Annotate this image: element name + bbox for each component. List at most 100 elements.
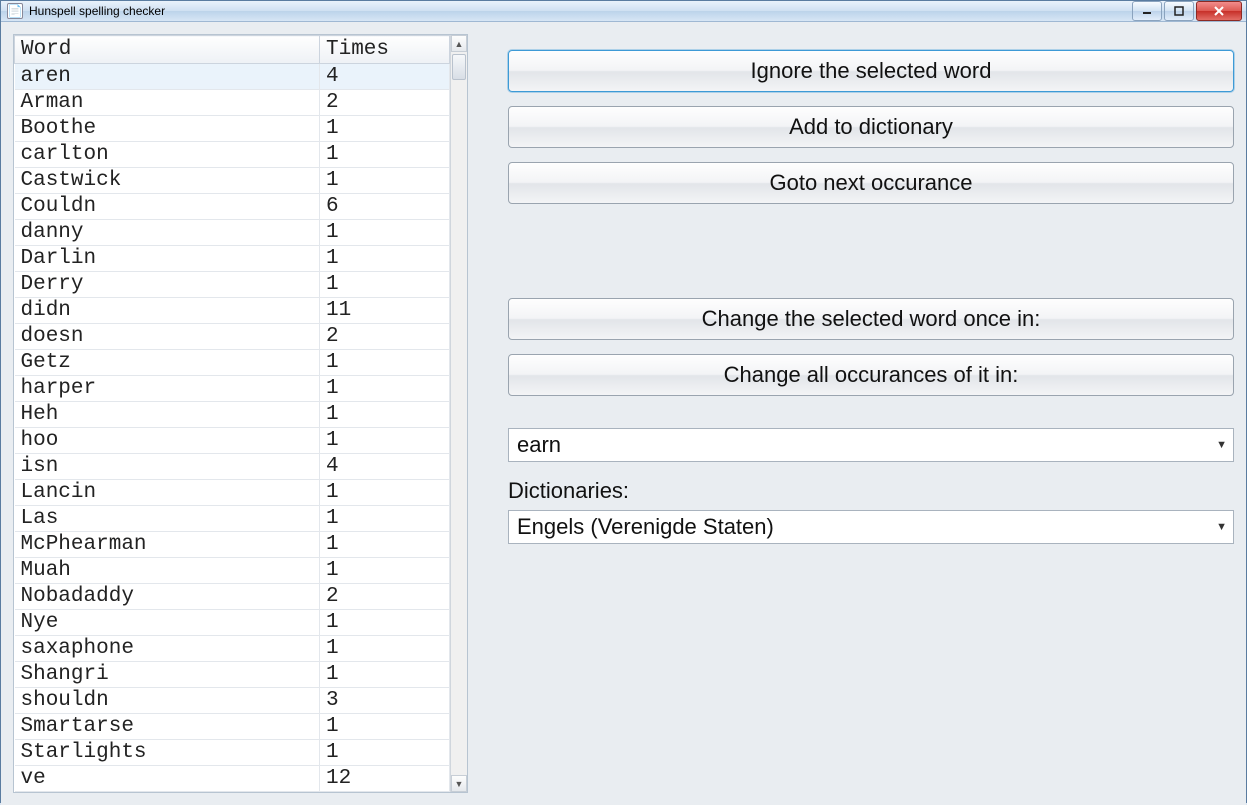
goto-next-button[interactable]: Goto next occurance bbox=[508, 162, 1234, 204]
scroll-down-button[interactable]: ▼ bbox=[451, 775, 467, 792]
table-row[interactable]: carlton1 bbox=[15, 142, 450, 168]
cell-word: Arman bbox=[15, 90, 320, 116]
chevron-down-icon: ▼ bbox=[1216, 439, 1227, 451]
cell-times: 1 bbox=[320, 558, 450, 584]
suggestion-combo[interactable]: earn ▼ bbox=[508, 428, 1234, 462]
cell-times: 1 bbox=[320, 402, 450, 428]
cell-times: 2 bbox=[320, 584, 450, 610]
table-row[interactable]: Nye1 bbox=[15, 610, 450, 636]
cell-word: Getz bbox=[15, 350, 320, 376]
scroll-track[interactable] bbox=[451, 52, 467, 775]
table-row[interactable]: Muah1 bbox=[15, 558, 450, 584]
client-area: Word Times aren4Arman2Boothe1carlton1Cas… bbox=[1, 22, 1246, 805]
cell-times: 4 bbox=[320, 454, 450, 480]
table-row[interactable]: Starlights1 bbox=[15, 740, 450, 766]
cell-word: danny bbox=[15, 220, 320, 246]
word-table[interactable]: Word Times aren4Arman2Boothe1carlton1Cas… bbox=[14, 35, 450, 792]
table-row[interactable]: Lancin1 bbox=[15, 480, 450, 506]
close-button[interactable] bbox=[1196, 1, 1242, 21]
cell-times: 1 bbox=[320, 740, 450, 766]
cell-times: 1 bbox=[320, 428, 450, 454]
minimize-icon bbox=[1142, 6, 1152, 16]
maximize-button[interactable] bbox=[1164, 1, 1194, 21]
window-controls bbox=[1130, 1, 1242, 21]
cell-times: 4 bbox=[320, 64, 450, 90]
table-row[interactable]: hoo1 bbox=[15, 428, 450, 454]
minimize-button[interactable] bbox=[1132, 1, 1162, 21]
cell-word: Darlin bbox=[15, 246, 320, 272]
cell-times: 3 bbox=[320, 688, 450, 714]
spacer bbox=[508, 218, 1234, 298]
cell-times: 1 bbox=[320, 480, 450, 506]
cell-times: 1 bbox=[320, 272, 450, 298]
dictionaries-value: Engels (Verenigde Staten) bbox=[517, 514, 774, 540]
table-row[interactable]: ve12 bbox=[15, 766, 450, 792]
cell-word: ve bbox=[15, 766, 320, 792]
cell-word: Derry bbox=[15, 272, 320, 298]
cell-times: 1 bbox=[320, 714, 450, 740]
word-list-panel: Word Times aren4Arman2Boothe1carlton1Cas… bbox=[13, 34, 468, 793]
cell-word: McPhearman bbox=[15, 532, 320, 558]
table-row[interactable]: Castwick1 bbox=[15, 168, 450, 194]
table-row[interactable]: Darlin1 bbox=[15, 246, 450, 272]
close-icon bbox=[1213, 6, 1225, 16]
cell-word: Muah bbox=[15, 558, 320, 584]
cell-times: 1 bbox=[320, 506, 450, 532]
table-row[interactable]: Couldn6 bbox=[15, 194, 450, 220]
table-row[interactable]: Heh1 bbox=[15, 402, 450, 428]
cell-times: 2 bbox=[320, 90, 450, 116]
scroll-up-button[interactable]: ▲ bbox=[451, 35, 467, 52]
spacer-small-1 bbox=[508, 410, 1234, 428]
cell-word: Smartarse bbox=[15, 714, 320, 740]
cell-times: 1 bbox=[320, 220, 450, 246]
add-to-dictionary-button[interactable]: Add to dictionary bbox=[508, 106, 1234, 148]
table-row[interactable]: shouldn3 bbox=[15, 688, 450, 714]
app-window: 📄 Hunspell spelling checker Word Ti bbox=[0, 0, 1247, 803]
cell-times: 1 bbox=[320, 116, 450, 142]
cell-word: Las bbox=[15, 506, 320, 532]
table-row[interactable]: doesn2 bbox=[15, 324, 450, 350]
table-row[interactable]: harper1 bbox=[15, 376, 450, 402]
cell-times: 1 bbox=[320, 636, 450, 662]
table-row[interactable]: Las1 bbox=[15, 506, 450, 532]
cell-times: 2 bbox=[320, 324, 450, 350]
word-list-inner: Word Times aren4Arman2Boothe1carlton1Cas… bbox=[14, 35, 450, 792]
cell-word: Shangri bbox=[15, 662, 320, 688]
table-row[interactable]: Arman2 bbox=[15, 90, 450, 116]
cell-word: didn bbox=[15, 298, 320, 324]
word-list-scrollbar[interactable]: ▲ ▼ bbox=[450, 35, 467, 792]
table-row[interactable]: danny1 bbox=[15, 220, 450, 246]
suggestion-value: earn bbox=[517, 432, 561, 458]
cell-times: 1 bbox=[320, 246, 450, 272]
table-row[interactable]: Nobadaddy2 bbox=[15, 584, 450, 610]
app-icon: 📄 bbox=[7, 3, 23, 19]
chevron-down-icon: ▼ bbox=[1216, 521, 1227, 533]
table-row[interactable]: McPhearman1 bbox=[15, 532, 450, 558]
scroll-thumb[interactable] bbox=[452, 54, 466, 80]
cell-word: Heh bbox=[15, 402, 320, 428]
column-header-times[interactable]: Times bbox=[320, 36, 450, 64]
cell-word: hoo bbox=[15, 428, 320, 454]
table-row[interactable]: Derry1 bbox=[15, 272, 450, 298]
dictionaries-label: Dictionaries: bbox=[508, 478, 1234, 504]
cell-word: Lancin bbox=[15, 480, 320, 506]
table-row[interactable]: aren4 bbox=[15, 64, 450, 90]
table-row[interactable]: isn4 bbox=[15, 454, 450, 480]
table-row[interactable]: didn11 bbox=[15, 298, 450, 324]
table-row[interactable]: saxaphone1 bbox=[15, 636, 450, 662]
table-row[interactable]: Shangri1 bbox=[15, 662, 450, 688]
ignore-button[interactable]: Ignore the selected word bbox=[508, 50, 1234, 92]
cell-times: 1 bbox=[320, 168, 450, 194]
cell-times: 1 bbox=[320, 142, 450, 168]
column-header-word[interactable]: Word bbox=[15, 36, 320, 64]
table-row[interactable]: Smartarse1 bbox=[15, 714, 450, 740]
change-all-button[interactable]: Change all occurances of it in: bbox=[508, 354, 1234, 396]
cell-times: 1 bbox=[320, 610, 450, 636]
cell-word: aren bbox=[15, 64, 320, 90]
dictionaries-combo[interactable]: Engels (Verenigde Staten) ▼ bbox=[508, 510, 1234, 544]
table-row[interactable]: Boothe1 bbox=[15, 116, 450, 142]
cell-times: 1 bbox=[320, 376, 450, 402]
change-once-button[interactable]: Change the selected word once in: bbox=[508, 298, 1234, 340]
table-row[interactable]: Getz1 bbox=[15, 350, 450, 376]
cell-word: Nobadaddy bbox=[15, 584, 320, 610]
